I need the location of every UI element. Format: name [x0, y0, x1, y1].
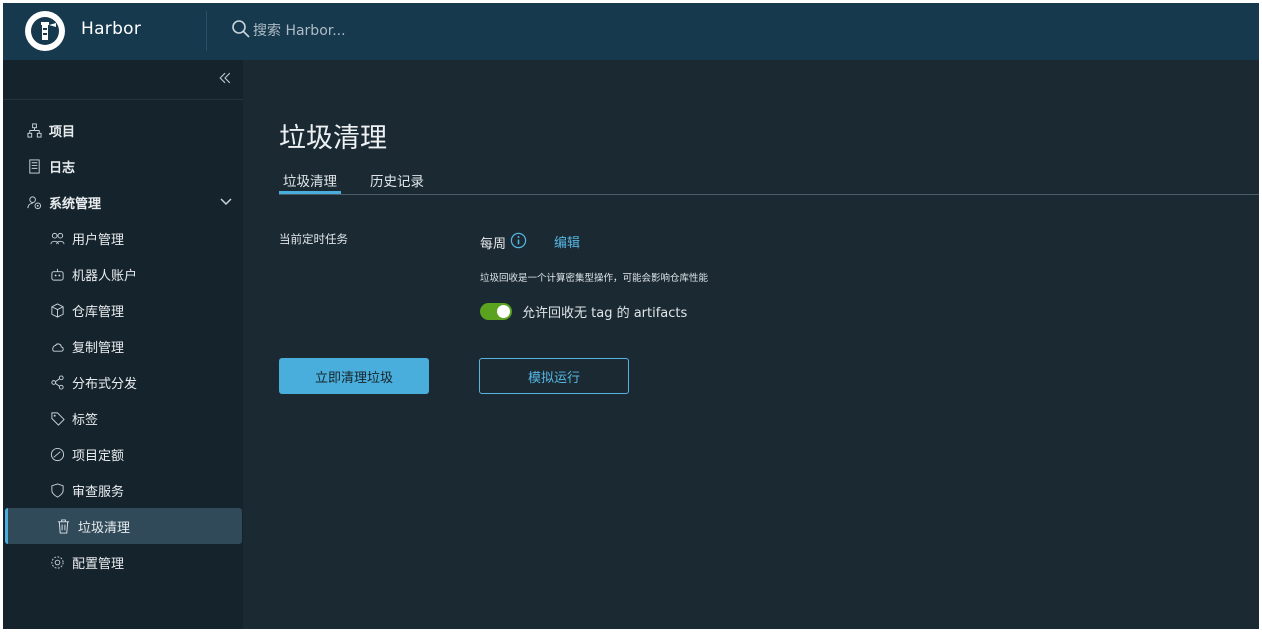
sidebar-item-label: 仓库管理: [72, 304, 125, 320]
admin-icon: [25, 193, 43, 211]
tag-icon: [48, 409, 66, 427]
sidebar-item-labels[interactable]: 标签: [3, 400, 243, 436]
tab-garbage-collection[interactable]: 垃圾清理: [279, 170, 341, 194]
sidebar-divider: [3, 99, 243, 100]
sidebar-item-projects[interactable]: 项目: [3, 112, 243, 148]
search-icon: [231, 19, 251, 43]
toggle-knob: [497, 305, 510, 318]
gear-icon: [48, 553, 66, 571]
toggle-label: 允许回收无 tag 的 artifacts: [522, 306, 688, 321]
gc-help-text: 垃圾回收是一个计算密集型操作，可能会影响仓库性能: [480, 273, 709, 284]
sidebar-item-label: 垃圾清理: [78, 520, 131, 536]
trash-icon: [54, 517, 72, 535]
robot-icon: [48, 265, 66, 283]
registry-icon: [48, 301, 66, 319]
sidebar-item-label: 审查服务: [72, 484, 125, 500]
sidebar-item-label: 系统管理: [49, 196, 102, 212]
sidebar-item-project-quotas[interactable]: 项目定额: [3, 436, 243, 472]
sidebar-item-label: 标签: [72, 412, 99, 428]
sidebar-item-distributions[interactable]: 分布式分发: [3, 364, 243, 400]
double-chevron-left-icon[interactable]: [215, 70, 235, 90]
top-header: Harbor: [3, 3, 1259, 60]
sidebar: 项目 日志 系统管理 用户管理 机器人账户 仓库管理 复制管理 分布式分发 标签…: [3, 60, 243, 629]
harbor-window: Harbor 项目 日志 系统管理 用户管理: [3, 3, 1259, 629]
cloud-sync-icon: [48, 337, 66, 355]
untagged-artifacts-toggle[interactable]: [480, 303, 512, 320]
projects-icon: [25, 121, 43, 139]
sidebar-item-robot-accounts[interactable]: 机器人账户: [3, 256, 243, 292]
shield-icon: [48, 481, 66, 499]
sidebar-item-users[interactable]: 用户管理: [3, 220, 243, 256]
sidebar-item-registries[interactable]: 仓库管理: [3, 292, 243, 328]
users-icon: [48, 229, 66, 247]
sidebar-item-label: 项目: [49, 124, 76, 140]
sidebar-item-admin[interactable]: 系统管理: [3, 184, 243, 220]
schedule-value: 每周: [480, 232, 527, 253]
log-icon: [25, 157, 43, 175]
sidebar-item-label: 配置管理: [72, 556, 125, 572]
dry-run-button[interactable]: 模拟运行: [479, 358, 629, 394]
gc-now-button[interactable]: 立即清理垃圾: [279, 358, 429, 394]
edit-schedule-link[interactable]: 编辑: [554, 232, 580, 251]
page-title: 垃圾清理: [279, 123, 387, 154]
schedule-label: 当前定时任务: [279, 232, 348, 246]
tab-history[interactable]: 历史记录: [370, 170, 424, 194]
sidebar-item-replications[interactable]: 复制管理: [3, 328, 243, 364]
sidebar-item-label: 机器人账户: [72, 268, 138, 284]
info-icon[interactable]: [506, 232, 527, 253]
tab-bar: 垃圾清理 历史记录: [279, 164, 1259, 195]
header-divider: [206, 11, 207, 51]
chevron-down-icon[interactable]: [219, 195, 233, 209]
sidebar-item-label: 用户管理: [72, 232, 125, 248]
brand-name[interactable]: Harbor: [81, 19, 141, 39]
schedule-value-text: 每周: [480, 237, 507, 252]
sidebar-item-interrogation-services[interactable]: 审查服务: [3, 472, 243, 508]
untagged-artifacts-toggle-row: 允许回收无 tag 的 artifacts: [480, 302, 687, 321]
sidebar-item-label: 复制管理: [72, 340, 125, 356]
share-icon: [48, 373, 66, 391]
sidebar-item-label: 项目定额: [72, 448, 125, 464]
harbor-logo-icon[interactable]: [25, 11, 65, 51]
sidebar-item-configuration[interactable]: 配置管理: [3, 544, 243, 580]
main-content: 垃圾清理 垃圾清理 历史记录 当前定时任务 每周 编辑 垃圾回收是一个计算密集型…: [243, 60, 1259, 629]
sidebar-item-label: 日志: [49, 160, 76, 176]
sidebar-item-logs[interactable]: 日志: [3, 148, 243, 184]
search-input[interactable]: [253, 23, 553, 39]
sidebar-item-garbage-collection[interactable]: 垃圾清理: [5, 508, 242, 544]
sidebar-item-label: 分布式分发: [72, 376, 138, 392]
global-search[interactable]: [231, 19, 553, 43]
quota-icon: [48, 445, 66, 463]
